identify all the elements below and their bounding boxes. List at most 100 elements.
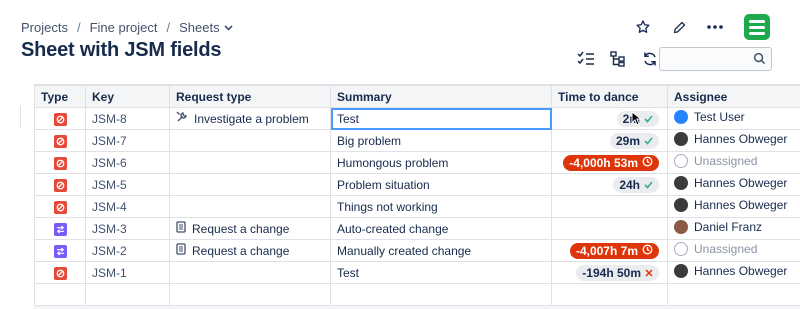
- cell-key[interactable]: JSM-5: [85, 173, 170, 196]
- cell-assignee[interactable]: Hannes Obweger: [667, 261, 800, 284]
- hierarchy-icon[interactable]: [607, 48, 629, 70]
- problem-type-icon: [53, 200, 67, 214]
- checklist-icon[interactable]: [575, 48, 597, 70]
- summary-text: Manually created change: [337, 243, 472, 258]
- cell-request-type[interactable]: [169, 173, 331, 196]
- cell-key[interactable]: JSM-8: [85, 107, 170, 130]
- cell-request-type[interactable]: Request a change: [169, 217, 331, 240]
- cell-key[interactable]: JSM-2: [85, 239, 170, 262]
- empty-cell[interactable]: [85, 283, 170, 306]
- issue-key[interactable]: JSM-2: [92, 244, 127, 258]
- cell-summary[interactable]: Test: [330, 261, 552, 284]
- avatar: [674, 132, 688, 146]
- column-header-time-to-dance[interactable]: Time to dance: [551, 85, 668, 108]
- cell-summary[interactable]: Problem situation: [330, 173, 552, 196]
- table-row[interactable]: JSM-3 Request a change Auto-created change…: [34, 217, 800, 240]
- column-header-key[interactable]: Key: [85, 85, 170, 108]
- cell-type[interactable]: [34, 129, 86, 152]
- cell-time-to-dance[interactable]: -4,000h 53m: [551, 151, 668, 174]
- search-input[interactable]: [660, 48, 748, 70]
- cell-assignee[interactable]: Unassigned: [667, 151, 800, 174]
- star-icon[interactable]: [632, 16, 654, 38]
- cell-key[interactable]: JSM-6: [85, 151, 170, 174]
- table-row[interactable]: JSM-1 Test -194h 50m Hannes Obweger: [34, 261, 800, 284]
- cell-type[interactable]: [34, 261, 86, 284]
- empty-cell[interactable]: [330, 283, 552, 306]
- cell-request-type[interactable]: [169, 261, 331, 284]
- empty-cell[interactable]: [34, 283, 86, 306]
- table-row[interactable]: JSM-5 Problem situation 24h Hannes Obweger: [34, 173, 800, 196]
- cell-request-type[interactable]: [169, 151, 331, 174]
- cell-time-to-dance[interactable]: 2m: [551, 107, 668, 130]
- cell-time-to-dance[interactable]: 29m: [551, 129, 668, 152]
- cell-time-to-dance[interactable]: [551, 195, 668, 218]
- issue-key[interactable]: JSM-3: [92, 222, 127, 236]
- empty-cell[interactable]: [667, 283, 800, 306]
- cell-key[interactable]: JSM-4: [85, 195, 170, 218]
- breadcrumb: Projects / Fine project / Sheets: [21, 20, 233, 35]
- breadcrumb-projects[interactable]: Projects: [21, 20, 68, 35]
- column-header-summary[interactable]: Summary: [330, 85, 552, 108]
- cell-summary[interactable]: Manually created change: [330, 239, 552, 262]
- cell-type[interactable]: [34, 217, 86, 240]
- column-header-type[interactable]: Type: [34, 85, 86, 108]
- cell-summary[interactable]: Humongous problem: [330, 151, 552, 174]
- table-row[interactable]: JSM-8 Investigate a problem Test 2m Test Use…: [34, 107, 800, 130]
- empty-cell[interactable]: [169, 283, 331, 306]
- table-row[interactable]: JSM-6 Humongous problem -4,000h 53m Unassig…: [34, 151, 800, 174]
- cell-summary[interactable]: Things not working: [330, 195, 552, 218]
- issue-key[interactable]: JSM-6: [92, 156, 127, 170]
- cell-assignee[interactable]: Hannes Obweger: [667, 195, 800, 218]
- cell-assignee[interactable]: Hannes Obweger: [667, 129, 800, 152]
- cell-key[interactable]: JSM-1: [85, 261, 170, 284]
- empty-row[interactable]: [34, 283, 800, 306]
- pencil-icon[interactable]: [668, 16, 690, 38]
- cell-type[interactable]: [34, 151, 86, 174]
- chevron-down-icon[interactable]: [224, 23, 233, 33]
- cell-type[interactable]: [34, 195, 86, 218]
- cell-summary[interactable]: Auto-created change: [330, 217, 552, 240]
- cell-time-to-dance[interactable]: 24h: [551, 173, 668, 196]
- cell-summary[interactable]: Big problem: [330, 129, 552, 152]
- issue-key[interactable]: JSM-5: [92, 178, 127, 192]
- search-icon[interactable]: [753, 52, 766, 70]
- wrench-icon: [176, 111, 188, 126]
- cell-assignee[interactable]: Unassigned: [667, 239, 800, 262]
- sla-badge: -4,000h 53m: [563, 154, 659, 171]
- column-header-request-type[interactable]: Request type: [169, 85, 331, 108]
- breadcrumb-project[interactable]: Fine project: [90, 20, 158, 35]
- issue-key[interactable]: JSM-4: [92, 200, 127, 214]
- cell-assignee[interactable]: Daniel Franz: [667, 217, 800, 240]
- assignee-name: Hannes Obweger: [694, 198, 788, 212]
- table-row[interactable]: JSM-7 Big problem 29m Hannes Obweger: [34, 129, 800, 152]
- cell-time-to-dance[interactable]: -194h 50m: [551, 261, 668, 284]
- issue-key[interactable]: JSM-7: [92, 134, 127, 148]
- issue-key[interactable]: JSM-1: [92, 266, 127, 280]
- column-header-assignee[interactable]: Assignee: [667, 85, 800, 108]
- cell-type[interactable]: [34, 173, 86, 196]
- breadcrumb-sheets[interactable]: Sheets: [179, 20, 219, 35]
- cell-time-to-dance[interactable]: [551, 217, 668, 240]
- cell-type[interactable]: [34, 107, 86, 130]
- cell-key[interactable]: JSM-7: [85, 129, 170, 152]
- check-icon: [644, 112, 653, 126]
- empty-cell[interactable]: [551, 283, 668, 306]
- cell-time-to-dance[interactable]: -4,007h 7m: [551, 239, 668, 262]
- app-logo-icon[interactable]: [744, 14, 770, 40]
- cell-summary[interactable]: Test: [330, 107, 552, 130]
- cell-assignee[interactable]: Hannes Obweger: [667, 173, 800, 196]
- cell-request-type[interactable]: [169, 195, 331, 218]
- cell-request-type[interactable]: Request a change: [169, 239, 331, 262]
- cell-request-type[interactable]: [169, 129, 331, 152]
- more-icon[interactable]: [704, 16, 726, 38]
- table-row[interactable]: JSM-4 Things not working Hannes Obweger: [34, 195, 800, 218]
- cell-key[interactable]: JSM-3: [85, 217, 170, 240]
- issue-key[interactable]: JSM-8: [92, 112, 127, 126]
- cell-request-type[interactable]: Investigate a problem: [169, 107, 331, 130]
- refresh-icon[interactable]: [639, 48, 661, 70]
- row-drag-handle[interactable]: [20, 106, 34, 128]
- cell-assignee[interactable]: Test User: [667, 107, 800, 130]
- table-row[interactable]: JSM-2 Request a change Manually created ch…: [34, 239, 800, 262]
- sla-value: -4,007h 7m: [575, 243, 638, 258]
- cell-type[interactable]: [34, 239, 86, 262]
